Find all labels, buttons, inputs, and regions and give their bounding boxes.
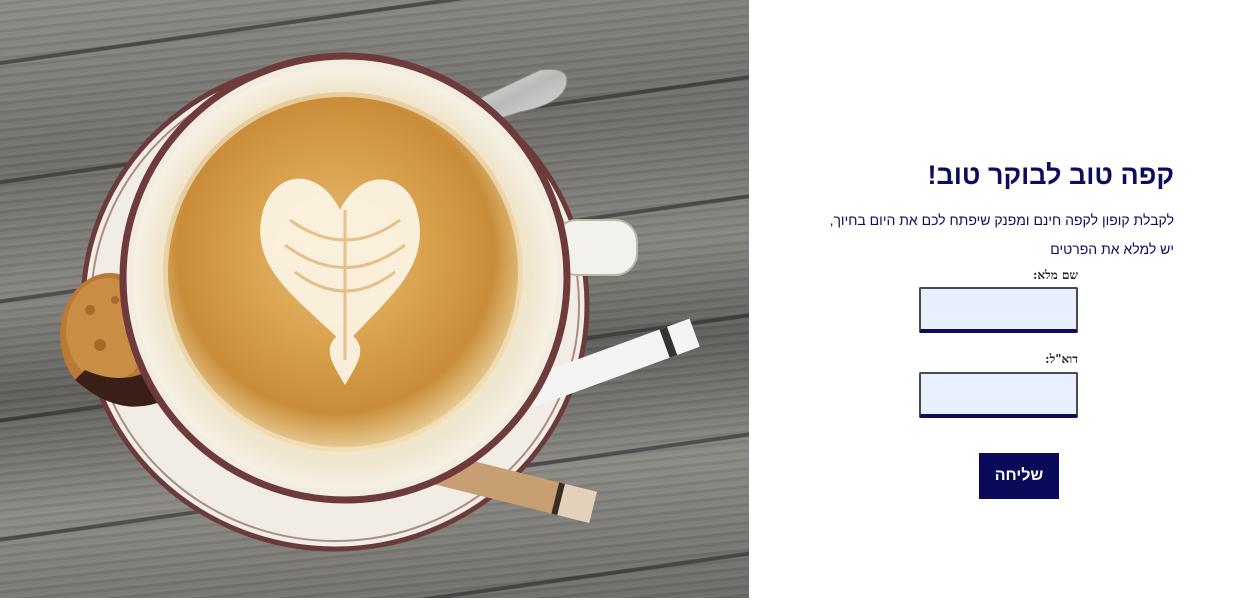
page-title: קפה טוב לבוקר טוב! — [927, 160, 1174, 190]
full-name-label: שם מלא: — [1032, 268, 1078, 282]
intro-text-line1: לקבלת קופון לקפה חינם ומפנק שיפתח לכם את… — [829, 212, 1174, 228]
email-label: דוא"ל: — [1045, 352, 1078, 366]
submit-button[interactable]: שליחה — [979, 453, 1059, 499]
full-name-input[interactable] — [919, 287, 1078, 333]
coffee-illustration — [60, 52, 700, 552]
intro-text-line2: יש למלא את הפרטים — [1050, 241, 1174, 257]
email-input[interactable] — [919, 372, 1078, 418]
coffee-hero-image — [0, 0, 749, 598]
signup-panel: קפה טוב לבוקר טוב! לקבלת קופון לקפה חינם… — [760, 0, 1234, 600]
